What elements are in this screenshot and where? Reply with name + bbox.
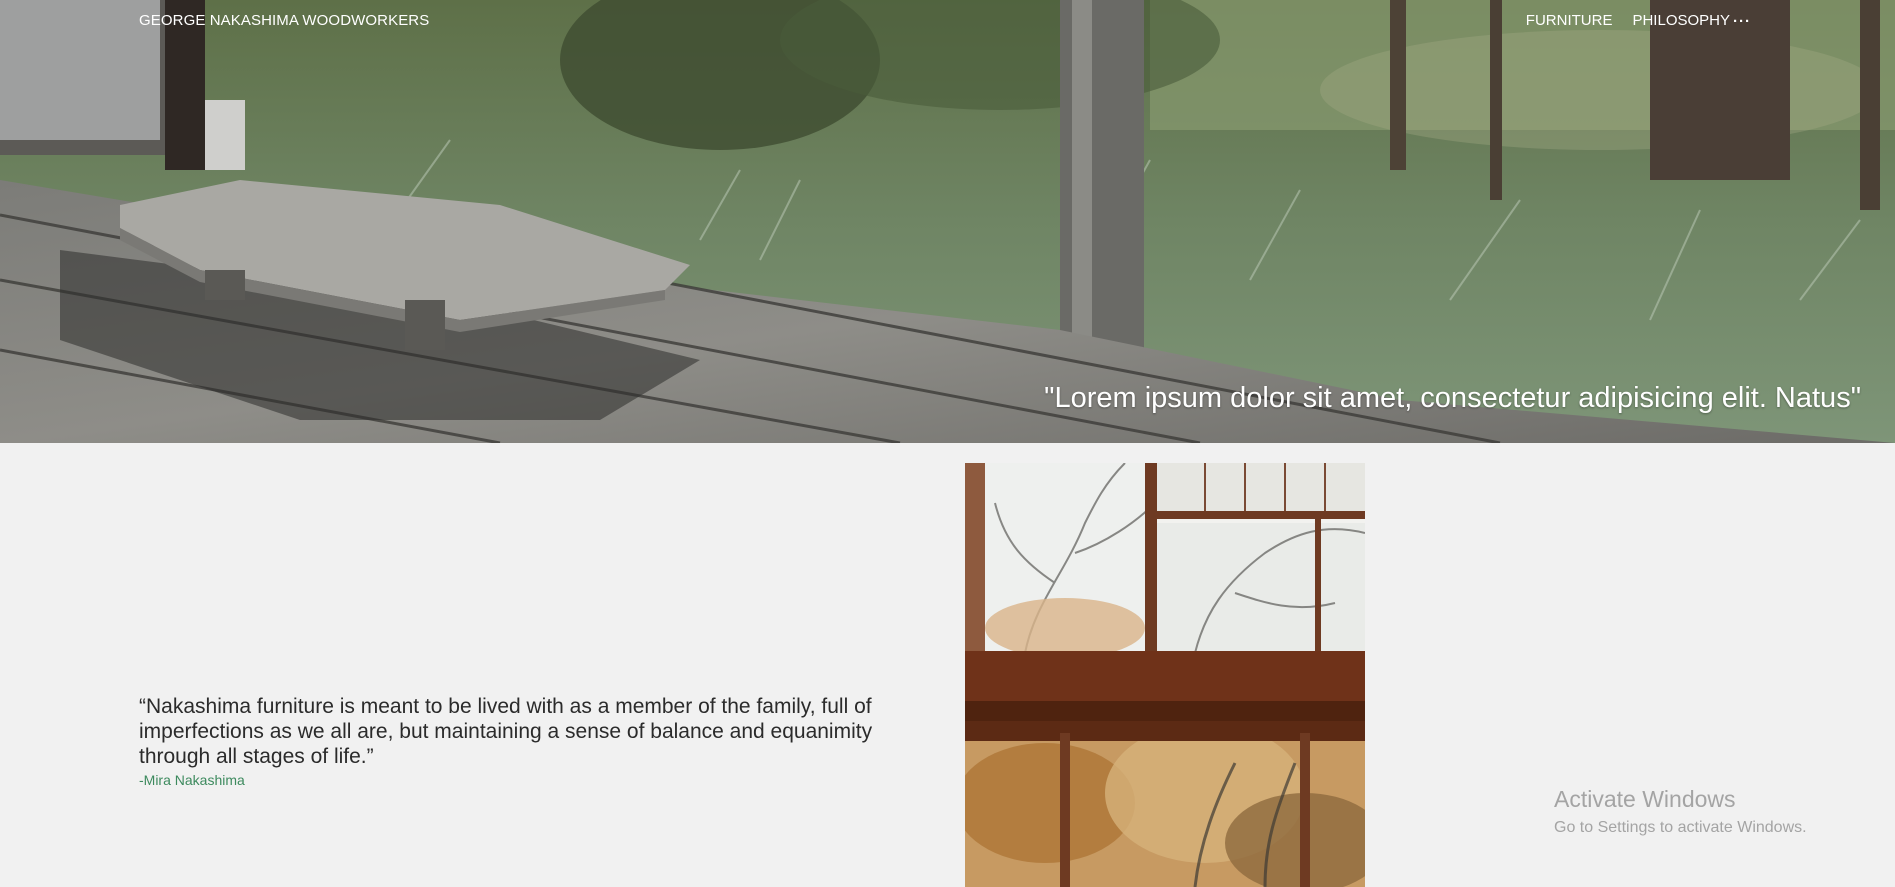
nav-links: FURNITURE PHILOSOPHY (1526, 12, 1730, 29)
nav-link-furniture[interactable]: FURNITURE (1526, 12, 1613, 29)
hero-photo (0, 0, 1895, 443)
window-photo-art (965, 463, 1365, 887)
activate-subtitle: Go to Settings to activate Windows. (1554, 819, 1807, 836)
nav-link-philosophy[interactable]: PHILOSOPHY (1632, 12, 1730, 29)
site-brand-link[interactable]: GEORGE NAKASHIMA WOODWORKERS (139, 12, 429, 29)
interior-window-photo (965, 463, 1365, 887)
quote-author: -Mira Nakashima (139, 772, 245, 788)
featured-quote: “Nakashima furniture is meant to be live… (139, 694, 939, 788)
hero-banner: GEORGE NAKASHIMA WOODWORKERS FURNITURE P… (0, 0, 1895, 443)
more-horizontal-icon[interactable]: ··· (1733, 13, 1751, 30)
quote-text: “Nakashima furniture is meant to be live… (139, 695, 873, 768)
activate-windows-watermark: Activate Windows Go to Settings to activ… (1554, 786, 1807, 837)
top-navigation: GEORGE NAKASHIMA WOODWORKERS FURNITURE P… (0, 0, 1895, 44)
hero-quote: "Lorem ipsum dolor sit amet, consectetur… (1044, 382, 1861, 415)
activate-title: Activate Windows (1554, 786, 1736, 812)
